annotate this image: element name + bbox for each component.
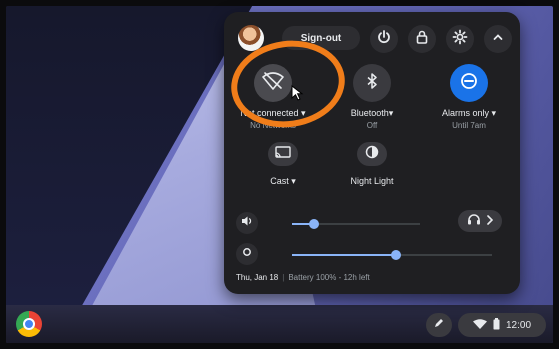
chrome-icon[interactable] [16,311,42,337]
volume-slider[interactable] [292,219,420,229]
power-icon [377,29,391,49]
cast-toggle[interactable] [268,142,298,166]
audio-settings-button[interactable] [458,210,502,232]
battery-status: Battery 100% - 12h left [288,273,370,282]
mute-button[interactable] [236,212,258,234]
brightness-slider-fill [292,254,396,256]
brightness-row [236,243,508,267]
night-light-label[interactable]: Night Light [329,176,415,186]
stylus-icon [433,316,445,334]
status-area-button[interactable]: 12:00 [458,313,546,337]
bluetooth-toggle[interactable] [353,64,391,102]
stylus-tools-button[interactable] [426,313,452,337]
volume-icon [241,214,253,232]
do-not-disturb-label[interactable]: Alarms only ▾ [426,108,512,119]
cast-label[interactable]: Cast ▾ [240,176,326,187]
battery-icon [493,317,500,333]
lock-icon [416,30,428,49]
tile-do-not-disturb[interactable]: Alarms only ▾ Until 7am [426,64,512,130]
clock-time: 12:00 [505,319,532,331]
do-not-disturb-icon [460,72,478,95]
bluetooth-status: Off [366,121,378,130]
lock-button[interactable] [408,25,436,53]
cast-icon [275,145,291,163]
night-light-toggle[interactable] [357,142,387,166]
status-footer: Thu, Jan 18 | Battery 100% - 12h left [236,273,510,282]
headphones-icon [467,212,481,230]
bluetooth-label[interactable]: Bluetooth▾ [329,108,415,119]
brightness-slider[interactable] [292,250,492,260]
chevron-up-icon [492,30,504,48]
collapse-button[interactable] [484,25,512,53]
do-not-disturb-toggle[interactable] [450,64,488,102]
volume-row [236,210,508,236]
tile-night-light[interactable]: Night Light [329,142,415,186]
date-label[interactable]: Thu, Jan 18 [236,273,278,282]
tile-cast[interactable]: Cast ▾ [240,142,326,187]
night-light-icon [365,145,379,164]
wifi-icon [472,318,487,332]
bluetooth-icon [366,72,378,94]
mouse-cursor-icon [291,84,307,101]
chevron-right-icon [487,212,494,230]
brightness-slider-thumb[interactable] [391,250,401,260]
power-button[interactable] [370,25,398,53]
settings-button[interactable] [446,25,474,53]
volume-slider-thumb[interactable] [309,219,319,229]
footer-separator: | [282,273,285,282]
brightness-icon [241,245,253,263]
brightness-button[interactable] [236,243,258,265]
gear-icon [452,29,468,50]
do-not-disturb-status: Until 7am [452,121,486,130]
